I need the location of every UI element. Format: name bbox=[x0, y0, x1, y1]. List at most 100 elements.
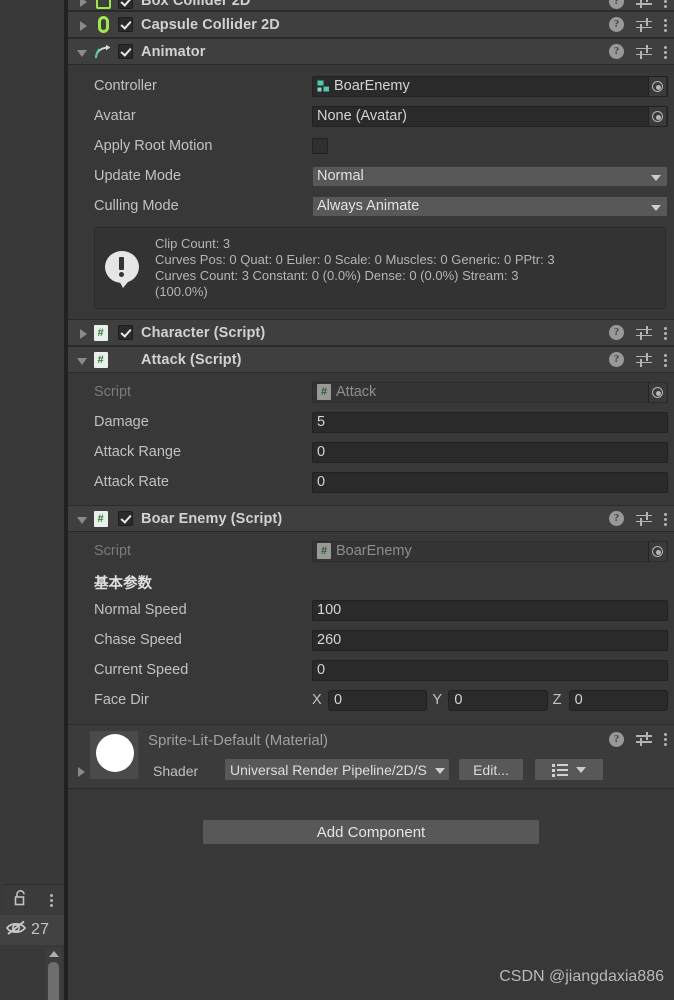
hidden-objects-bar[interactable]: 27 bbox=[0, 915, 64, 945]
kebab-menu-icon[interactable] bbox=[664, 325, 668, 341]
property-label: Chase Speed bbox=[94, 632, 182, 648]
component-enabled-checkbox[interactable] bbox=[118, 44, 133, 59]
preset-icon[interactable] bbox=[636, 732, 652, 746]
preset-icon[interactable] bbox=[636, 511, 652, 526]
component-title: Attack (Script) bbox=[141, 351, 242, 368]
script-icon: # bbox=[317, 384, 331, 400]
object-picker-icon bbox=[648, 382, 666, 402]
component-title: Animator bbox=[141, 43, 206, 60]
help-icon[interactable]: ? bbox=[609, 511, 624, 526]
culling-mode-dropdown[interactable]: Always Animate bbox=[312, 195, 668, 217]
help-icon[interactable]: ? bbox=[609, 17, 624, 32]
foldout-arrow-icon[interactable] bbox=[76, 353, 90, 367]
property-label: Normal Speed bbox=[94, 602, 187, 618]
unity-inspector-window: 27 Box Collider 2D ? Capsule Collider 2D… bbox=[0, 0, 674, 1000]
shader-edit-button[interactable]: Edit... bbox=[458, 758, 524, 781]
box-collider-2d-icon bbox=[93, 0, 113, 10]
add-component-button[interactable]: Add Component bbox=[202, 819, 540, 845]
preset-icon[interactable] bbox=[636, 325, 652, 340]
shader-label: Shader bbox=[153, 763, 199, 779]
property-label: Current Speed bbox=[94, 662, 189, 678]
inspector-content: Box Collider 2D ? Capsule Collider 2D ? … bbox=[68, 0, 674, 1000]
list-icon bbox=[552, 763, 568, 777]
object-picker-icon[interactable] bbox=[648, 76, 666, 96]
property-label: Attack Rate bbox=[94, 474, 169, 490]
property-row-apply-root-motion: Apply Root Motion bbox=[68, 131, 674, 161]
scrollbar-thumb[interactable] bbox=[48, 962, 59, 1000]
capsule-collider-2d-icon bbox=[93, 16, 113, 34]
current-speed-input[interactable]: 0 bbox=[312, 659, 668, 681]
info-warning-icon bbox=[105, 251, 143, 288]
component-header-attack-script[interactable]: # Attack (Script) ? bbox=[68, 346, 674, 373]
update-mode-dropdown[interactable]: Normal bbox=[312, 165, 668, 187]
component-enabled-checkbox[interactable] bbox=[118, 17, 133, 32]
component-header-animator[interactable]: Animator ? bbox=[68, 38, 674, 65]
face-dir-y-value: 0 bbox=[454, 692, 463, 708]
culling-mode-value: Always Animate bbox=[317, 198, 420, 214]
object-picker-icon[interactable] bbox=[648, 106, 666, 126]
preset-icon[interactable] bbox=[636, 352, 652, 367]
help-icon[interactable]: ? bbox=[609, 44, 624, 59]
apply-root-motion-checkbox[interactable] bbox=[312, 138, 328, 154]
unlock-icon[interactable] bbox=[14, 889, 29, 911]
material-foldout-arrow-icon[interactable] bbox=[78, 767, 85, 777]
component-enabled-checkbox[interactable] bbox=[118, 511, 133, 526]
property-row-face-dir: Face Dir X 0 Y 0 Z 0 bbox=[68, 685, 674, 715]
foldout-arrow-icon[interactable] bbox=[76, 0, 90, 8]
controller-object-field[interactable]: BoarEnemy bbox=[312, 75, 668, 97]
kebab-menu-icon[interactable] bbox=[664, 511, 668, 527]
script-icon: # bbox=[93, 510, 113, 528]
face-dir-z-input[interactable]: 0 bbox=[568, 689, 668, 711]
attack-rate-input[interactable]: 0 bbox=[312, 471, 668, 493]
foldout-arrow-icon[interactable] bbox=[76, 512, 90, 526]
preset-icon[interactable] bbox=[636, 17, 652, 32]
chase-speed-input[interactable]: 260 bbox=[312, 629, 668, 651]
help-icon[interactable]: ? bbox=[609, 0, 624, 9]
component-header-boar-enemy-script[interactable]: # Boar Enemy (Script) ? bbox=[68, 505, 674, 532]
update-mode-value: Normal bbox=[317, 168, 364, 184]
attack-rate-value: 0 bbox=[317, 474, 326, 490]
chevron-down-icon bbox=[576, 766, 586, 773]
face-dir-x-value: 0 bbox=[334, 692, 343, 708]
component-header-capsule-collider-2d[interactable]: Capsule Collider 2D ? bbox=[68, 11, 674, 38]
shader-properties-button[interactable] bbox=[534, 758, 604, 781]
preset-icon[interactable] bbox=[636, 0, 652, 8]
damage-input[interactable]: 5 bbox=[312, 411, 668, 433]
property-label: Attack Range bbox=[94, 444, 182, 460]
foldout-arrow-icon[interactable] bbox=[76, 326, 90, 340]
kebab-menu-icon[interactable] bbox=[664, 352, 668, 368]
kebab-menu-icon[interactable] bbox=[664, 0, 668, 9]
chase-speed-value: 260 bbox=[317, 632, 342, 648]
help-icon[interactable]: ? bbox=[609, 352, 624, 367]
axis-label-x: X bbox=[312, 692, 322, 708]
scroll-up-arrow-icon[interactable] bbox=[49, 951, 59, 957]
kebab-menu-icon[interactable] bbox=[664, 44, 668, 60]
shader-dropdown[interactable]: Universal Render Pipeline/2D/S bbox=[224, 758, 450, 781]
kebab-menu-icon[interactable] bbox=[49, 892, 54, 908]
normal-speed-input[interactable]: 100 bbox=[312, 599, 668, 621]
property-row-current-speed: Current Speed 0 bbox=[68, 655, 674, 685]
component-header-character-script[interactable]: # Character (Script) ? bbox=[68, 319, 674, 346]
foldout-arrow-icon[interactable] bbox=[76, 45, 90, 59]
property-label: Avatar bbox=[94, 108, 136, 124]
component-enabled-checkbox[interactable] bbox=[118, 0, 133, 9]
kebab-menu-icon[interactable] bbox=[664, 731, 668, 747]
property-label: Apply Root Motion bbox=[94, 138, 213, 154]
foldout-arrow-icon[interactable] bbox=[76, 18, 90, 32]
help-icon[interactable]: ? bbox=[609, 325, 624, 340]
add-component-area: Add Component bbox=[68, 789, 674, 845]
help-icon[interactable]: ? bbox=[609, 731, 624, 747]
attack-range-input[interactable]: 0 bbox=[312, 441, 668, 463]
property-row-attack-range: Attack Range 0 bbox=[68, 437, 674, 467]
component-header-box-collider-2d[interactable]: Box Collider 2D ? bbox=[68, 0, 674, 11]
eye-slash-icon bbox=[5, 919, 29, 942]
animator-controller-icon bbox=[317, 80, 330, 93]
preset-icon[interactable] bbox=[636, 44, 652, 59]
kebab-menu-icon[interactable] bbox=[664, 17, 668, 33]
component-enabled-checkbox[interactable] bbox=[118, 325, 133, 340]
component-header-icons: ? bbox=[609, 347, 668, 372]
face-dir-x-input[interactable]: 0 bbox=[328, 689, 428, 711]
face-dir-y-input[interactable]: 0 bbox=[448, 689, 548, 711]
watermark-text: CSDN @jiangdaxia886 bbox=[499, 968, 664, 985]
avatar-object-field[interactable]: None (Avatar) bbox=[312, 105, 668, 127]
